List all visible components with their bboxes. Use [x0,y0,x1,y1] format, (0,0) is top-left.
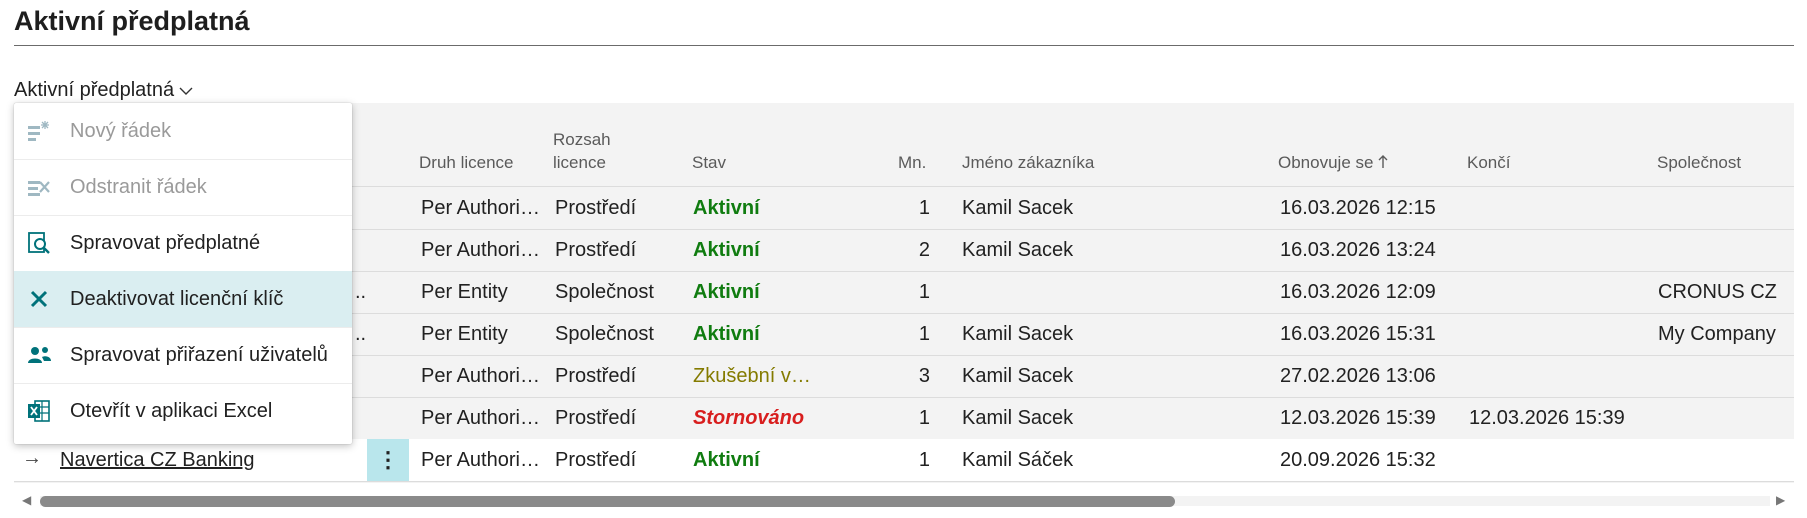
page-title: Aktivní předplatná [14,6,250,36]
view-selector-label: Aktivní předplatná [14,79,175,101]
cell-stav: Aktivní [693,281,760,303]
cell-obnovuje: 16.03.2026 15:31 [1280,323,1436,345]
col-header-spolecnost[interactable]: Společnost [1657,151,1741,174]
col-header-mn[interactable]: Mn. [898,151,926,174]
cell-jmeno: Kamil Sacek [962,407,1074,429]
cell-mn: 1 [918,407,930,429]
horizontal-scrollbar[interactable]: ◀ ▶ [14,491,1794,511]
cell-rozsah: Prostředí [555,239,637,261]
close-icon [24,284,54,314]
menu-item-manage-subscription[interactable]: Spravovat předplatné [14,215,352,272]
cell-druh-licence: Per Authori… [421,365,540,387]
cell-obnovuje: 27.02.2026 13:06 [1280,365,1436,387]
cell-mn: 1 [918,281,930,303]
menu-item-label: Otevřít v aplikaci Excel [70,399,273,422]
cell-mn: 1 [918,323,930,345]
cell-name-link[interactable]: Navertica CZ Banking [60,449,255,472]
cell-stav: Aktivní [693,239,760,261]
col-header-obnovuje[interactable]: Obnovuje se [1278,151,1388,174]
cell-druh-licence: Per Entity [421,323,508,345]
cell-druh-licence: Per Authori… [421,239,540,261]
cell-stav: Stornováno [693,407,805,429]
cell-jmeno: Kamil Sacek [962,323,1074,345]
row-actions-menu: Nový řádek Odstranit řádek Spravovat pře… [14,103,352,444]
cell-name-truncated: .. [355,323,367,345]
menu-item-label: Spravovat předplatné [70,231,261,254]
cell-mn: 1 [918,197,930,219]
cell-rozsah: Prostředí [555,197,637,219]
cell-spolecnost: CRONUS CZ [1658,281,1777,303]
cell-jmeno: Kamil Sacek [962,365,1074,387]
excel-icon [24,396,54,426]
cell-rozsah: Prostředí [555,449,637,471]
cell-rozsah: Společnost [555,323,654,345]
cell-stav: Aktivní [693,197,760,219]
table-row-selected[interactable]: → Navertica CZ Banking ⋮ Per Authori… Pr… [14,439,1794,482]
manage-subscription-icon [24,228,54,258]
view-selector[interactable]: Aktivní předplatná [14,79,194,102]
cell-druh-licence: Per Entity [421,281,508,303]
col-header-druh-licence[interactable]: Druh licence [419,151,514,174]
row-actions-button[interactable]: ⋮ [367,439,409,481]
col-header-rozsah-line1: Rozsah [553,130,611,149]
cell-druh-licence: Per Authori… [421,407,540,429]
menu-item-new-line[interactable]: Nový řádek [14,103,352,160]
menu-item-open-excel[interactable]: Otevřít v aplikaci Excel [14,383,352,439]
cell-mn: 1 [918,449,930,471]
cell-druh-licence: Per Authori… [421,449,540,471]
menu-item-delete-line[interactable]: Odstranit řádek [14,159,352,216]
cell-mn: 2 [918,239,930,261]
scroll-right-icon[interactable]: ▶ [1776,493,1785,507]
new-line-icon [24,116,54,146]
col-header-jmeno[interactable]: Jméno zákazníka [962,151,1094,174]
cell-obnovuje: 20.09.2026 15:32 [1280,449,1436,471]
cell-name-truncated: .. [355,281,367,303]
col-header-stav[interactable]: Stav [692,151,726,174]
cell-jmeno: Kamil Sacek [962,197,1074,219]
menu-item-label: Spravovat přiřazení uživatelů [70,343,328,366]
more-vertical-icon: ⋮ [377,447,399,472]
cell-druh-licence: Per Authori… [421,197,540,219]
col-header-rozsah-licence[interactable]: Rozsah licence [553,128,611,174]
col-header-obnovuje-label: Obnovuje se [1278,153,1374,172]
menu-item-manage-users[interactable]: Spravovat přiřazení uživatelů [14,327,352,384]
cell-spolecnost: My Company [1658,323,1776,345]
cell-obnovuje: 16.03.2026 12:15 [1280,197,1436,219]
cell-rozsah: Prostředí [555,365,637,387]
sort-ascending-icon [1378,155,1388,168]
row-arrow-icon: → [22,447,42,469]
cell-jmeno: Kamil Sacek [962,239,1074,261]
menu-item-label: Odstranit řádek [70,175,207,198]
cell-jmeno: Kamil Sáček [962,449,1074,471]
scroll-thumb[interactable] [40,496,1175,507]
menu-item-label: Deaktivovat licenční klíč [70,287,284,310]
cell-stav: Zkušební v… [693,365,811,387]
chevron-down-icon [179,87,193,95]
scroll-left-icon[interactable]: ◀ [22,493,31,507]
users-icon [24,340,54,370]
cell-rozsah: Společnost [555,281,654,303]
cell-obnovuje: 16.03.2026 13:24 [1280,239,1436,261]
cell-stav: Aktivní [693,323,760,345]
cell-rozsah: Prostředí [555,407,637,429]
cell-stav: Aktivní [693,449,760,471]
delete-line-icon [24,172,54,202]
menu-item-label: Nový řádek [70,119,172,142]
menu-item-deactivate-key[interactable]: Deaktivovat licenční klíč [14,271,352,328]
cell-mn: 3 [918,365,930,387]
cell-obnovuje: 16.03.2026 12:09 [1280,281,1436,303]
col-header-konci[interactable]: Končí [1467,151,1510,174]
title-divider [14,45,1794,46]
cell-obnovuje: 12.03.2026 15:39 [1280,407,1436,429]
cell-konci: 12.03.2026 15:39 [1469,407,1625,429]
col-header-rozsah-line2: licence [553,153,606,172]
